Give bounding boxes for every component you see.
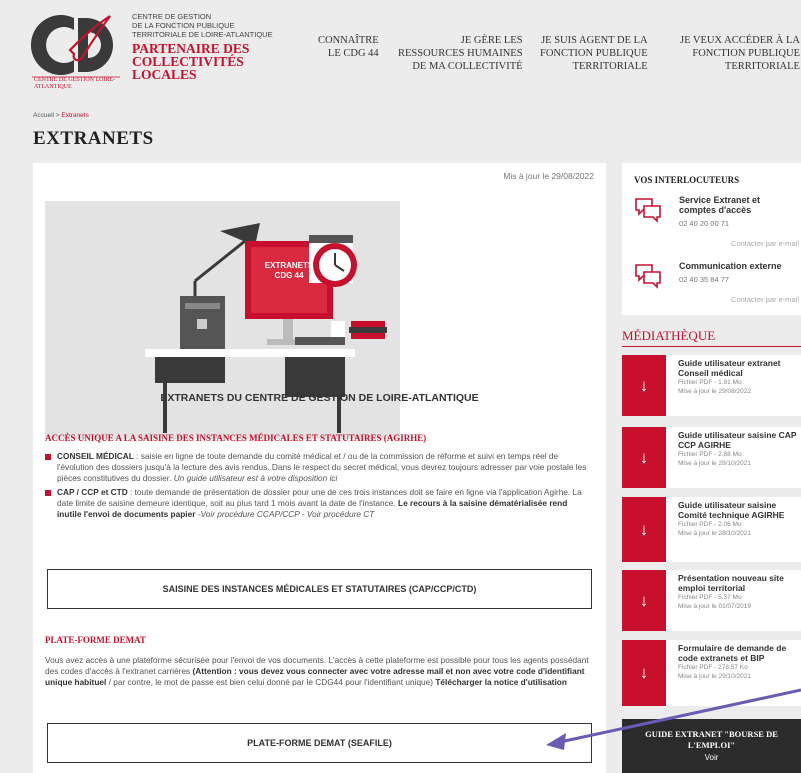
nav-label: JE GÈRE LES — [460, 35, 523, 46]
org-line: TERRITORIALE DE LOIRE-ATLANTIQUE — [132, 30, 273, 39]
breadcrumb-sep: > — [55, 112, 60, 119]
agirhe-bullets: CONSEIL MÉDICAL : saisie en ligne de tou… — [45, 451, 590, 523]
doc-item[interactable]: ↓ Formulaire de demande de code extranet… — [622, 640, 801, 706]
bullet-label: CAP / CCP et CTD — [57, 487, 128, 497]
mediatheque-divider — [622, 346, 801, 347]
nav-label: FONCTION PUBLIQUE — [540, 48, 648, 59]
download-arrow-icon: ↓ — [622, 640, 666, 706]
doc-meta: Fichier PDF - 5.37 Mo — [678, 594, 742, 601]
nav-label: TERRITORIALE — [572, 61, 648, 72]
download-arrow-icon: ↓ — [622, 570, 666, 631]
download-arrow-icon: ↓ — [622, 355, 666, 416]
section-agirhe-title: ACCÈS UNIQUE A LA SAISINE DES INSTANCES … — [45, 433, 427, 443]
contact-item: Service Extranet et comptes d'accès 02 4… — [634, 195, 799, 255]
guide-title: GUIDE EXTRANET "BOURSE DE L'EMPLOI" — [645, 729, 778, 750]
doc-name: Présentation nouveau site emploi territo… — [678, 573, 784, 593]
doc-meta: Fichier PDF - 1.91 Mo — [678, 379, 742, 386]
bullet-label: CONSEIL MÉDICAL — [57, 451, 134, 461]
doc-meta: Mise à jour le 29/10/2021 — [678, 672, 751, 680]
page-title: EXTRANETS — [33, 128, 154, 149]
doc-body: Guide utilisateur saisine CAP CCP AGIRHE… — [678, 430, 800, 468]
site-header: Centre de gestion Loire-Atlantique CENTR… — [0, 0, 801, 100]
org-tagline: PARTENAIRE DES COLLECTIVITÉS LOCALES — [132, 42, 302, 82]
demat-paragraph: Vous avez accès à une plateforme sécuris… — [45, 655, 591, 688]
doc-item[interactable]: ↓ Guide utilisateur saisine Comité techn… — [622, 497, 801, 562]
doc-meta: Fichier PDF - 2.88 Mo — [678, 451, 742, 458]
doc-meta: Mise à jour le 01/07/2019 — [678, 602, 751, 610]
nav-label: JE SUIS AGENT DE LA — [541, 35, 648, 46]
doc-body: Présentation nouveau site emploi territo… — [678, 573, 800, 611]
tagline-line: LOCALES — [132, 67, 197, 82]
doc-item[interactable]: ↓ Guide utilisateur saisine CAP CCP AGIR… — [622, 427, 801, 488]
contact-email-link[interactable]: Contacter par e-mail — [731, 295, 799, 304]
nav-label: TERRITORIALE — [724, 61, 800, 72]
doc-body: Guide utilisateur saisine Comité techniq… — [678, 500, 800, 538]
nav-label: JE VEUX ACCÉDER À LA — [680, 35, 800, 46]
plateforme-demat-button[interactable]: PLATE-FORME DEMAT (SEAFILE) — [47, 723, 592, 763]
hero-screen-line: CDG 44 — [274, 271, 304, 280]
guide-view-link[interactable]: Voir — [622, 753, 801, 762]
doc-name: Guide utilisateur saisine CAP CCP AGIRHE — [678, 430, 797, 450]
doc-meta: Fichier PDF - 2.06 Mo — [678, 521, 742, 528]
doc-meta: Fichier PDF - 278.57 Ko — [678, 664, 748, 671]
nav-label: DE MA COLLECTIVITÉ — [412, 61, 523, 72]
nav-agent[interactable]: JE SUIS AGENT DE LA FONCTION PUBLIQUE TE… — [540, 34, 648, 73]
chat-icon — [635, 198, 661, 223]
guide-link[interactable]: Un guide utilisateur est à votre disposi… — [174, 473, 338, 483]
download-arrow-icon: ↓ — [622, 497, 666, 562]
demat-text: / par contre, le mot de passe est bien c… — [106, 677, 436, 687]
nav-rh[interactable]: JE GÈRE LES RESSOURCES HUMAINES DE MA CO… — [398, 34, 523, 73]
logo-caption: Centre de gestion Loire-Atlantique — [34, 77, 116, 90]
contact-phone[interactable]: 02 40 35 84 77 — [679, 275, 729, 284]
doc-meta: Mise à jour le 28/10/2021 — [678, 529, 751, 537]
hero-subtitle: EXTRANETS DU CENTRE DE GESTION DE LOIRE-… — [160, 392, 479, 404]
contact-name: Service Extranet et comptes d'accès — [679, 195, 761, 215]
nav-label: LE CDG 44 — [327, 48, 379, 59]
doc-body: Guide utilisateur extranet Conseil médic… — [678, 358, 800, 396]
mediatheque-title: MÉDIATHÈQUE — [622, 328, 716, 343]
updated-date: Mis à jour le 29/08/2022 — [503, 171, 594, 181]
contacts-card: VOS INTERLOCUTEURS Service Extranet et c… — [622, 163, 801, 315]
doc-meta: Mise à jour le 28/10/2021 — [678, 459, 751, 467]
procedure-links[interactable]: -Voir procédure CCAP/CCP - Voir procédur… — [195, 509, 375, 519]
contact-item: Communication externe 02 40 35 84 77 Con… — [634, 261, 799, 313]
chat-icon — [635, 264, 661, 289]
section-demat-title: PLATE-FORME DEMAT — [45, 635, 146, 645]
contact-phone[interactable]: 02 40 20 00 71 — [679, 219, 729, 228]
org-line: DE LA FONCTION PUBLIQUE — [132, 21, 235, 30]
breadcrumb: Accueil > Extranets — [33, 112, 89, 119]
doc-item[interactable]: ↓ Présentation nouveau site emploi terri… — [622, 570, 801, 631]
hero-screen-line: EXTRANETS — [264, 261, 314, 270]
download-arrow-icon: ↓ — [622, 427, 666, 488]
bullet-cap-ccp-ctd: CAP / CCP et CTD : toute demande de prés… — [45, 487, 590, 520]
saisine-instances-button[interactable]: SAISINE DES INSTANCES MÉDICALES ET STATU… — [47, 569, 592, 609]
breadcrumb-current: Extranets — [61, 112, 89, 119]
nav-acceder[interactable]: JE VEUX ACCÉDER À LA FONCTION PUBLIQUE T… — [680, 34, 800, 73]
doc-meta: Mise à jour le 29/08/2022 — [678, 387, 751, 395]
contact-email-link[interactable]: Contacter par e-mail — [731, 239, 799, 248]
nav-label: CONNAÎTRE — [318, 35, 379, 46]
main-content: Mis à jour le 29/08/2022 EXTRANETS CDG 4… — [33, 163, 606, 773]
nav-label: FONCTION PUBLIQUE — [692, 48, 800, 59]
doc-item[interactable]: ↓ Guide utilisateur extranet Conseil méd… — [622, 355, 801, 416]
breadcrumb-home[interactable]: Accueil — [33, 112, 54, 119]
org-block: CENTRE DE GESTION DE LA FONCTION PUBLIQU… — [132, 12, 302, 81]
contact-name: Communication externe — [679, 261, 782, 271]
org-line: CENTRE DE GESTION — [132, 12, 212, 21]
nav-connaitre[interactable]: CONNAÎTRE LE CDG 44 — [318, 34, 379, 60]
doc-name: Guide utilisateur saisine Comité techniq… — [678, 500, 785, 520]
bourse-emploi-guide-button[interactable]: GUIDE EXTRANET "BOURSE DE L'EMPLOI" Voir — [622, 719, 801, 773]
doc-name: Formulaire de demande de code extranets … — [678, 643, 787, 663]
doc-body: Formulaire de demande de code extranets … — [678, 643, 800, 681]
bullet-conseil-medical: CONSEIL MÉDICAL : saisie en ligne de tou… — [45, 451, 590, 484]
notice-download-link[interactable]: Télécharger la notice d'utilisation — [435, 677, 567, 687]
doc-name: Guide utilisateur extranet Conseil médic… — [678, 358, 781, 378]
contacts-title: VOS INTERLOCUTEURS — [634, 175, 740, 185]
nav-label: RESSOURCES HUMAINES — [398, 48, 523, 59]
hero-screen-text: EXTRANETS CDG 44 — [251, 261, 327, 281]
